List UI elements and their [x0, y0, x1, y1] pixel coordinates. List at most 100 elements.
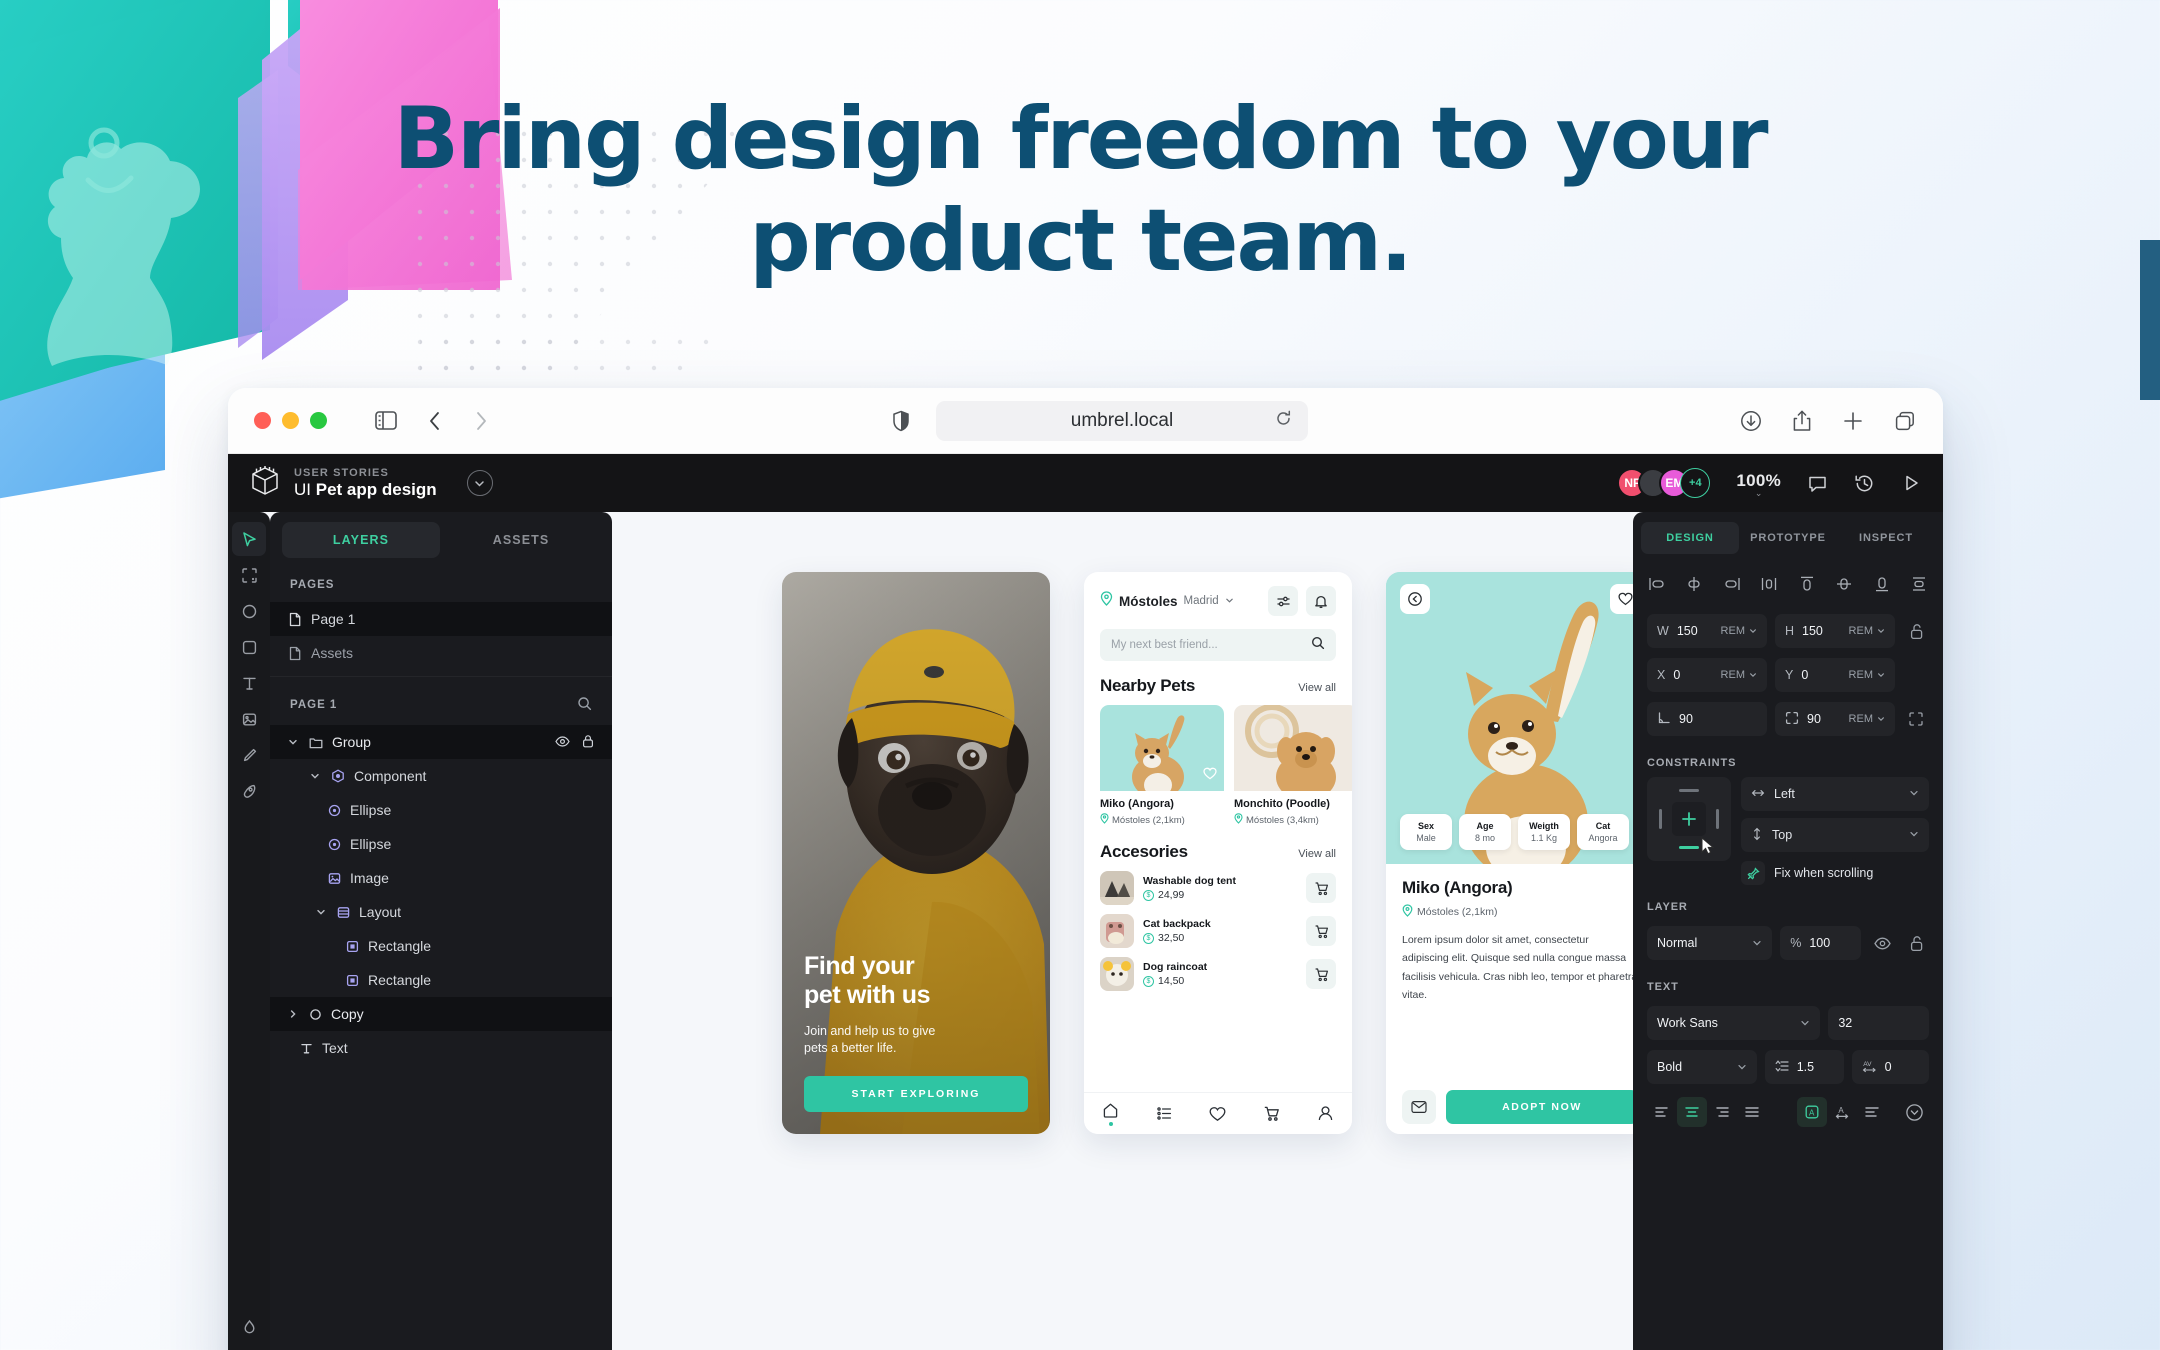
message-button[interactable]	[1402, 1090, 1436, 1124]
comment-icon[interactable]	[1807, 473, 1828, 494]
blend-mode-select[interactable]: Normal	[1647, 926, 1773, 960]
chevron-down-icon[interactable]	[1737, 1062, 1747, 1072]
tab-assets[interactable]: ASSETS	[442, 522, 600, 558]
line-height-field[interactable]: 1.5	[1764, 1050, 1844, 1084]
nav-cart-button[interactable]	[1263, 1105, 1280, 1122]
page-item-page-1[interactable]: Page 1	[270, 602, 612, 636]
constraint-right-handle[interactable]	[1716, 809, 1719, 829]
text-align-right-icon[interactable]	[1707, 1097, 1737, 1127]
nav-favorites-button[interactable]	[1209, 1106, 1226, 1122]
constraints-widget[interactable]	[1647, 777, 1731, 861]
chevron-down-icon[interactable]	[1225, 592, 1234, 610]
text-align-justify-icon[interactable]	[1737, 1097, 1767, 1127]
zoom-control[interactable]: 100% ⌄	[1736, 471, 1781, 498]
height-field[interactable]: H 150 REM	[1775, 614, 1895, 648]
back-icon[interactable]	[427, 409, 443, 433]
text-vertical-top-icon[interactable]: A	[1797, 1097, 1827, 1127]
vertical-constraint-select[interactable]: Top	[1741, 818, 1929, 852]
pin-icon[interactable]	[1741, 861, 1765, 885]
address-bar[interactable]: umbrel.local	[936, 400, 1308, 441]
x-unit-select[interactable]: REM	[1721, 669, 1757, 681]
x-field[interactable]: X 0 REM	[1647, 658, 1767, 692]
history-icon[interactable]	[1854, 473, 1875, 494]
avatar-overflow-count[interactable]: +4	[1680, 468, 1711, 498]
download-icon[interactable]	[1739, 409, 1763, 433]
chevron-down-icon[interactable]	[310, 771, 322, 781]
rotation-field[interactable]: 90	[1647, 702, 1767, 736]
constraint-left-handle[interactable]	[1659, 809, 1662, 829]
tab-layers[interactable]: LAYERS	[282, 522, 440, 558]
cursor-tool[interactable]	[232, 522, 266, 556]
share-icon[interactable]	[1791, 409, 1813, 433]
chevron-down-icon[interactable]	[1752, 938, 1762, 948]
layer-row-rectangle-1[interactable]: Rectangle	[270, 929, 612, 963]
play-icon[interactable]	[1901, 473, 1921, 493]
layer-row-image[interactable]: Image	[270, 861, 612, 895]
y-unit-select[interactable]: REM	[1849, 669, 1885, 681]
text-box-tool[interactable]	[232, 1346, 266, 1350]
lock-icon[interactable]	[582, 734, 594, 751]
notifications-button[interactable]	[1306, 586, 1336, 616]
unlock-icon[interactable]	[1903, 935, 1929, 952]
filter-button[interactable]	[1268, 586, 1298, 616]
artboard-onboarding[interactable]: Find your pet with us Join and help us t…	[782, 572, 1050, 1134]
artboard-pet-detail[interactable]: Sex Male Age 8 mo Weigth 1.1 Kg Cat Ango…	[1386, 572, 1654, 1134]
frame-tool[interactable]	[232, 558, 266, 592]
close-window-button[interactable]	[254, 412, 271, 429]
constraint-center-handle[interactable]	[1672, 802, 1706, 836]
chevron-down-icon[interactable]	[1909, 787, 1919, 801]
font-weight-select[interactable]: Bold	[1647, 1050, 1757, 1084]
accessories-view-all-link[interactable]: View all	[1298, 848, 1336, 860]
layer-row-layout[interactable]: Layout	[270, 895, 612, 929]
eye-icon[interactable]	[1869, 937, 1895, 950]
distribute-horizontal-icon[interactable]	[1759, 574, 1779, 599]
adopt-now-button[interactable]: ADOPT NOW	[1446, 1090, 1638, 1124]
radius-unit-select[interactable]: REM	[1849, 713, 1885, 725]
layer-row-rectangle-2[interactable]: Rectangle	[270, 963, 612, 997]
search-input[interactable]: My next best friend...	[1100, 629, 1336, 661]
minimize-window-button[interactable]	[282, 412, 299, 429]
align-vertical-center-icon[interactable]	[1834, 574, 1854, 599]
pet-card[interactable]: Monchito (Poodle) Móstoles (3,4km)	[1234, 705, 1352, 827]
app-logo-icon[interactable]	[250, 465, 280, 502]
tabs-icon[interactable]	[1893, 409, 1917, 433]
chevron-down-circle-icon[interactable]	[1899, 1097, 1929, 1127]
accessory-item[interactable]: Washable dog tent $ 24,99	[1100, 871, 1336, 905]
search-icon[interactable]	[1311, 636, 1325, 655]
independent-corners-icon[interactable]	[1903, 711, 1929, 727]
chevron-down-icon[interactable]	[466, 470, 493, 496]
search-icon[interactable]	[577, 696, 592, 714]
add-to-cart-button[interactable]	[1306, 873, 1336, 903]
constraint-top-handle[interactable]	[1679, 789, 1699, 792]
text-align-center-icon[interactable]	[1677, 1097, 1707, 1127]
letter-spacing-field[interactable]: AV 0	[1851, 1050, 1929, 1084]
add-to-cart-button[interactable]	[1306, 916, 1336, 946]
layer-row-ellipse-1[interactable]: Ellipse	[270, 793, 612, 827]
opacity-field[interactable]: % 100	[1780, 926, 1861, 960]
chevron-down-icon[interactable]	[288, 737, 300, 747]
text-align-left-icon[interactable]	[1647, 1097, 1677, 1127]
y-field[interactable]: Y 0 REM	[1775, 658, 1895, 692]
eye-icon[interactable]	[555, 734, 570, 751]
color-drop-tool[interactable]	[232, 1310, 266, 1344]
constraint-bottom-handle[interactable]	[1679, 846, 1699, 849]
fix-when-scrolling-row[interactable]: Fix when scrolling	[1741, 861, 1929, 885]
nav-profile-button[interactable]	[1317, 1105, 1334, 1122]
corner-radius-field[interactable]: 90 REM	[1775, 702, 1895, 736]
ellipse-tool[interactable]	[232, 594, 266, 628]
tab-inspect[interactable]: INSPECT	[1837, 522, 1935, 554]
artboard-home[interactable]: Móstoles Madrid My next best friend... N…	[1084, 572, 1352, 1134]
height-unit-select[interactable]: REM	[1849, 625, 1885, 637]
layer-row-group[interactable]: Group	[270, 725, 612, 759]
pen-tool[interactable]	[232, 774, 266, 808]
unlock-icon[interactable]	[1903, 623, 1929, 640]
pencil-tool[interactable]	[232, 738, 266, 772]
horizontal-constraint-select[interactable]: Left	[1741, 777, 1929, 811]
sidebar-icon[interactable]	[375, 411, 397, 430]
rectangle-tool[interactable]	[232, 630, 266, 664]
text-vertical-middle-icon[interactable]: A	[1827, 1097, 1857, 1127]
align-top-icon[interactable]	[1797, 574, 1817, 599]
chevron-right-icon[interactable]	[288, 1009, 300, 1019]
accessory-item[interactable]: Dog raincoat $ 14,50	[1100, 957, 1336, 991]
layer-row-text[interactable]: Text	[270, 1031, 612, 1065]
